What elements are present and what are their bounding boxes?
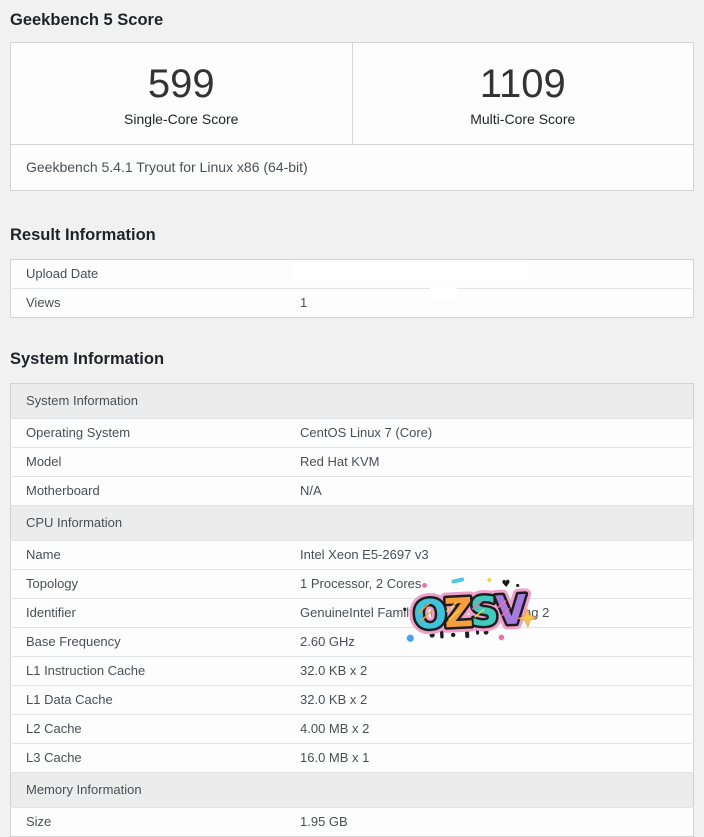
score-card: 599 Single-Core Score 1109 Multi-Core Sc… [10,42,694,191]
l1-data-cache-value: 32.0 KB x 2 [300,686,694,715]
single-core-score: 599 [11,62,352,106]
table-row: Views 1 [11,289,694,318]
table-row: Operating System CentOS Linux 7 (Core) [11,419,694,448]
memory-size-label: Size [11,808,301,837]
section-header-row: System Information [11,384,694,419]
section-header-row: Memory Information [11,773,694,808]
identifier-label: Identifier [11,599,301,628]
table-row: L1 Data Cache 32.0 KB x 2 [11,686,694,715]
table-row: Name Intel Xeon E5-2697 v3 [11,541,694,570]
memory-section-header: Memory Information [11,773,694,808]
table-row: Motherboard N/A [11,477,694,506]
l1-data-cache-label: L1 Data Cache [11,686,301,715]
cpu-name-label: Name [11,541,301,570]
base-frequency-value: 2.60 GHz [300,628,694,657]
identifier-value: GenuineIntel Family 6 Model 63 Stepping … [300,599,694,628]
table-row: L1 Instruction Cache 32.0 KB x 2 [11,657,694,686]
table-row: Topology 1 Processor, 2 Cores [11,570,694,599]
system-information-title: System Information [10,318,694,383]
memory-size-value: 1.95 GB [300,808,694,837]
topology-value: 1 Processor, 2 Cores [300,570,694,599]
topology-label: Topology [11,570,301,599]
benchmark-version: Geekbench 5.4.1 Tryout for Linux x86 (64… [11,144,693,190]
l2-cache-value: 4.00 MB x 2 [300,715,694,744]
cpu-name-value: Intel Xeon E5-2697 v3 [300,541,694,570]
os-label: Operating System [11,419,301,448]
motherboard-value: N/A [300,477,694,506]
system-section-header: System Information [11,384,694,419]
os-value: CentOS Linux 7 (Core) [300,419,694,448]
redaction-box [293,262,528,280]
section-header-row: CPU Information [11,506,694,541]
motherboard-label: Motherboard [11,477,301,506]
views-value: 1 [300,289,694,318]
views-label: Views [11,289,301,318]
score-panels: 599 Single-Core Score 1109 Multi-Core Sc… [11,43,693,144]
base-frequency-label: Base Frequency [11,628,301,657]
table-row: L3 Cache 16.0 MB x 1 [11,744,694,773]
redaction-box [430,286,457,299]
table-row: Identifier GenuineIntel Family 6 Model 6… [11,599,694,628]
result-information-title: Result Information [10,191,694,259]
l3-cache-label: L3 Cache [11,744,301,773]
l1-instruction-cache-label: L1 Instruction Cache [11,657,301,686]
multi-core-score: 1109 [353,62,694,106]
page-title: Geekbench 5 Score [10,0,694,42]
l2-cache-label: L2 Cache [11,715,301,744]
l3-cache-value: 16.0 MB x 1 [300,744,694,773]
upload-date-label: Upload Date [11,260,301,289]
multi-core-label: Multi-Core Score [353,111,694,127]
system-information-table: System Information Operating System Cent… [10,383,694,837]
table-row: Model Red Hat KVM [11,448,694,477]
model-value: Red Hat KVM [300,448,694,477]
cpu-section-header: CPU Information [11,506,694,541]
table-row: Base Frequency 2.60 GHz [11,628,694,657]
multi-core-panel: 1109 Multi-Core Score [352,43,694,144]
l1-instruction-cache-value: 32.0 KB x 2 [300,657,694,686]
table-row: Size 1.95 GB [11,808,694,837]
model-label: Model [11,448,301,477]
single-core-panel: 599 Single-Core Score [11,43,352,144]
table-row: L2 Cache 4.00 MB x 2 [11,715,694,744]
single-core-label: Single-Core Score [11,111,352,127]
